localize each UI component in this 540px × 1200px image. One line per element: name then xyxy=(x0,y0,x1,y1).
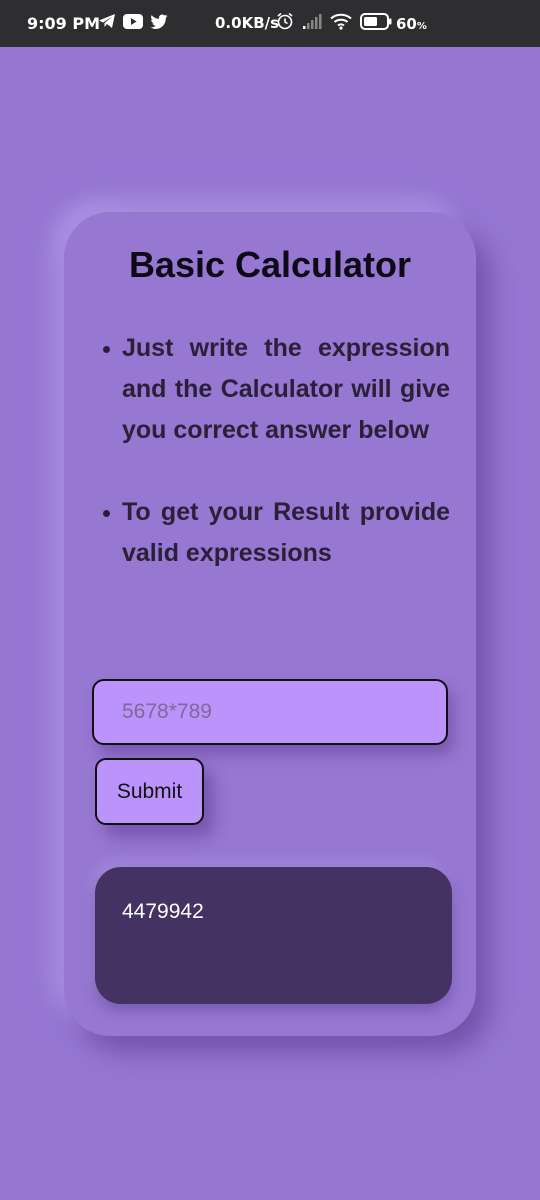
network-speed: 0.0KB/s xyxy=(215,14,280,32)
twitter-icon xyxy=(150,13,168,29)
alarm-icon xyxy=(277,12,293,30)
battery-percent: 60% xyxy=(396,15,427,33)
page-title: Basic Calculator xyxy=(128,244,412,285)
instruction-item: Just write the expression and the Calcul… xyxy=(94,328,450,451)
status-bar: 9:09 PM 0.0KB/s 60% xyxy=(0,0,540,47)
status-app-icons xyxy=(98,13,168,29)
signal-icon xyxy=(303,14,322,29)
instructions-list: Just write the expression and the Calcul… xyxy=(94,328,450,574)
calculator-card: Basic Calculator Just write the expressi… xyxy=(64,212,476,1036)
result-box: 4479942 xyxy=(95,867,452,1004)
battery-icon xyxy=(360,12,392,30)
submit-button[interactable]: Submit xyxy=(95,758,204,825)
result-value: 4479942 xyxy=(122,900,204,923)
instruction-item: To get your Result provide valid express… xyxy=(94,492,450,574)
battery-percent-unit: % xyxy=(416,21,427,32)
wifi-icon xyxy=(330,13,352,30)
battery-percent-value: 60 xyxy=(396,15,417,33)
youtube-icon xyxy=(123,13,143,29)
telegram-icon xyxy=(99,14,115,28)
expression-input[interactable] xyxy=(92,679,448,745)
status-time: 9:09 PM xyxy=(27,14,101,33)
status-system-icons xyxy=(276,12,392,30)
